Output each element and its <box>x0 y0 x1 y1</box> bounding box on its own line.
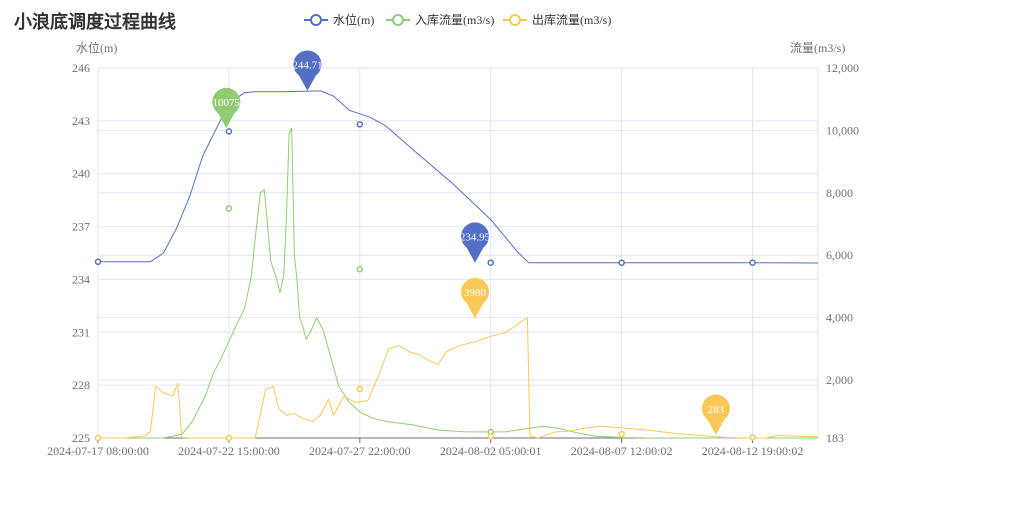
y-left-tick-label: 234 <box>72 272 90 286</box>
x-tick-label: 2024-07-22 15:00:00 <box>178 444 280 458</box>
y-right-tick-label: 10,000 <box>826 123 859 137</box>
pin-label: 283 <box>708 404 725 416</box>
series-point <box>356 265 364 273</box>
legend-marker <box>509 14 521 26</box>
legend-label: 入库流量(m3/s) <box>415 12 494 27</box>
series-line-1 <box>98 127 818 439</box>
legend: 水位(m) 入库流量(m3/s) 出库流量(m3/s) <box>304 12 611 27</box>
series-point <box>356 385 364 393</box>
y-left-tick-label: 246 <box>72 61 90 75</box>
x-tick-label: 2024-07-17 08:00:00 <box>47 444 149 458</box>
grid <box>97 67 819 439</box>
series-point <box>225 434 233 442</box>
series-point <box>94 434 102 442</box>
y-right-tick-label: 6,000 <box>826 248 853 262</box>
pin-label: 10075 <box>213 97 241 109</box>
series-point <box>487 433 494 440</box>
series-point <box>487 259 494 266</box>
series-point <box>618 430 625 438</box>
y-left-tick-label: 225 <box>72 431 90 445</box>
pin-label: 244.71 <box>292 60 322 72</box>
y-left-tick-label: 231 <box>72 325 90 339</box>
y-right-tick-label: 12,000 <box>826 61 859 75</box>
x-tick-label: 2024-08-02 05:00:01 <box>440 444 542 458</box>
series-point <box>749 259 756 266</box>
legend-label: 水位(m) <box>333 12 374 27</box>
x-tick-label: 2024-07-27 22:00:00 <box>309 444 411 458</box>
legend-marker <box>310 14 322 26</box>
y-right-axis-label: 流量(m3/s) <box>790 41 845 55</box>
y-right-tick-label: 2,000 <box>826 373 853 387</box>
series-point <box>618 259 625 266</box>
series-point <box>225 128 233 135</box>
y-right-tick-label: 183 <box>826 431 844 445</box>
pin-label: 3980 <box>464 287 487 299</box>
y-right-tick-label: 4,000 <box>826 311 853 325</box>
y-left-tick-label: 240 <box>72 167 90 181</box>
pins: 244.71 234.95 10075 3980 283 <box>212 50 730 435</box>
legend-label: 出库流量(m3/s) <box>532 12 611 27</box>
x-tick-label: 2024-08-07 12:00:02 <box>571 444 673 458</box>
chart: 225 228 231 234 237 240 243 246 183 2,000 4,000 6,0… <box>47 12 859 458</box>
series-line-0 <box>98 90 819 264</box>
y-left-tick-label: 243 <box>72 114 90 128</box>
axes: 225 228 231 234 237 240 243 246 183 2,000 4,000 6,0… <box>47 40 859 458</box>
x-tick-label: 2024-08-12 19:00:02 <box>702 444 804 458</box>
series-point <box>225 205 233 212</box>
y-right-tick-label: 8,000 <box>826 186 853 200</box>
y-left-tick-label: 228 <box>72 378 90 392</box>
legend-marker <box>392 14 404 26</box>
pin-label: 234.95 <box>460 232 491 244</box>
series-point <box>749 434 756 441</box>
series-point <box>356 121 364 128</box>
series-layer <box>94 90 819 442</box>
series-point <box>94 258 102 266</box>
y-left-axis-label: 水位(m) <box>76 40 117 55</box>
y-left-tick-label: 237 <box>72 220 90 234</box>
